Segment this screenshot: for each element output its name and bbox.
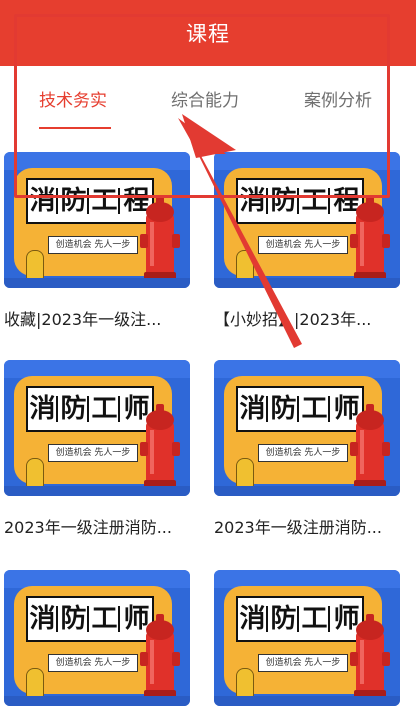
thumb-slogan: 创造机会 先人一步 — [258, 444, 348, 462]
course-thumbnail: 消 防 工 师 创造机会 先人一步 — [4, 360, 190, 496]
course-card[interactable]: 消 防 工 师 创造机会 先人一步 — [4, 570, 190, 706]
course-card[interactable]: 消 防 工 师 创造机会 先人一步 2023年一级注册消防... — [214, 360, 400, 538]
tab-case-analysis[interactable]: 案例分析 — [304, 86, 372, 111]
thumb-title-box: 消 防 工 师 — [26, 386, 154, 432]
thumb-ground — [214, 696, 400, 706]
course-title[interactable]: 收藏|2023年一级注... — [4, 306, 190, 330]
course-title[interactable]: 【小妙招】|2023年... — [214, 306, 400, 330]
fire-hydrant-icon — [350, 196, 390, 280]
thumb-char: 工 — [301, 394, 330, 424]
page-title: 课程 — [186, 22, 230, 46]
thumb-char: 防 — [60, 186, 89, 216]
course-card[interactable]: 消 防 工 程 创造机会 先人一步 【小妙招】|2023年... — [214, 152, 400, 330]
thumb-title-box: 消 防 工 程 — [26, 178, 154, 224]
thumb-char: 工 — [301, 186, 330, 216]
fire-hydrant-icon — [350, 614, 390, 698]
thumb-slogan: 创造机会 先人一步 — [258, 236, 348, 254]
thumb-char: 消 — [239, 394, 268, 424]
thumb-title-box: 消 防 工 师 — [236, 596, 364, 642]
course-card[interactable]: 消 防 工 师 创造机会 先人一步 — [214, 570, 400, 706]
thumb-char: 工 — [91, 186, 120, 216]
fire-hydrant-icon — [140, 404, 180, 488]
thumb-slogan: 创造机会 先人一步 — [48, 236, 138, 254]
course-thumbnail: 消 防 工 师 创造机会 先人一步 — [214, 360, 400, 496]
thumb-char: 工 — [91, 604, 120, 634]
cartoon-figure-icon — [26, 250, 44, 280]
course-card[interactable]: 消 防 工 师 创造机会 先人一步 2023年一级注册消防... — [4, 360, 190, 538]
thumb-ground — [4, 486, 190, 496]
thumb-char: 工 — [301, 604, 330, 634]
tab-comprehensive-ability[interactable]: 综合能力 — [171, 86, 239, 111]
fire-hydrant-icon — [140, 196, 180, 280]
thumb-slogan: 创造机会 先人一步 — [48, 654, 138, 672]
thumb-char: 防 — [60, 604, 89, 634]
thumb-char: 消 — [29, 186, 58, 216]
thumb-ground — [214, 278, 400, 288]
cartoon-figure-icon — [236, 458, 254, 488]
fire-hydrant-icon — [140, 614, 180, 698]
tab-technical-practice[interactable]: 技术务实 — [39, 86, 107, 111]
course-thumbnail: 消 防 工 程 创造机会 先人一步 — [4, 152, 190, 288]
thumb-char: 消 — [29, 604, 58, 634]
thumb-char: 工 — [91, 394, 120, 424]
thumb-char: 消 — [239, 186, 268, 216]
thumb-char: 防 — [60, 394, 89, 424]
thumb-char: 防 — [270, 186, 299, 216]
course-thumbnail: 消 防 工 程 创造机会 先人一步 — [214, 152, 400, 288]
cartoon-figure-icon — [26, 668, 44, 698]
thumb-char: 防 — [270, 394, 299, 424]
cartoon-figure-icon — [26, 458, 44, 488]
cartoon-figure-icon — [236, 250, 254, 280]
thumb-char: 消 — [239, 604, 268, 634]
course-title[interactable]: 2023年一级注册消防... — [214, 514, 400, 538]
course-thumbnail: 消 防 工 师 创造机会 先人一步 — [4, 570, 190, 706]
thumb-ground — [214, 486, 400, 496]
cartoon-figure-icon — [236, 668, 254, 698]
thumb-title-box: 消 防 工 程 — [236, 178, 364, 224]
course-title[interactable]: 2023年一级注册消防... — [4, 514, 190, 538]
thumb-ground — [4, 278, 190, 288]
course-card[interactable]: 消 防 工 程 创造机会 先人一步 收藏|2023年一级注... — [4, 152, 190, 330]
thumb-char: 消 — [29, 394, 58, 424]
header-bar: 课程 — [0, 0, 416, 66]
thumb-slogan: 创造机会 先人一步 — [258, 654, 348, 672]
thumb-title-box: 消 防 工 师 — [236, 386, 364, 432]
course-thumbnail: 消 防 工 师 创造机会 先人一步 — [214, 570, 400, 706]
fire-hydrant-icon — [350, 404, 390, 488]
thumb-char: 防 — [270, 604, 299, 634]
thumb-title-box: 消 防 工 师 — [26, 596, 154, 642]
tab-active-indicator — [39, 127, 111, 129]
thumb-ground — [4, 696, 190, 706]
tab-bar: 技术务实 综合能力 案例分析 — [0, 66, 416, 144]
thumb-slogan: 创造机会 先人一步 — [48, 444, 138, 462]
